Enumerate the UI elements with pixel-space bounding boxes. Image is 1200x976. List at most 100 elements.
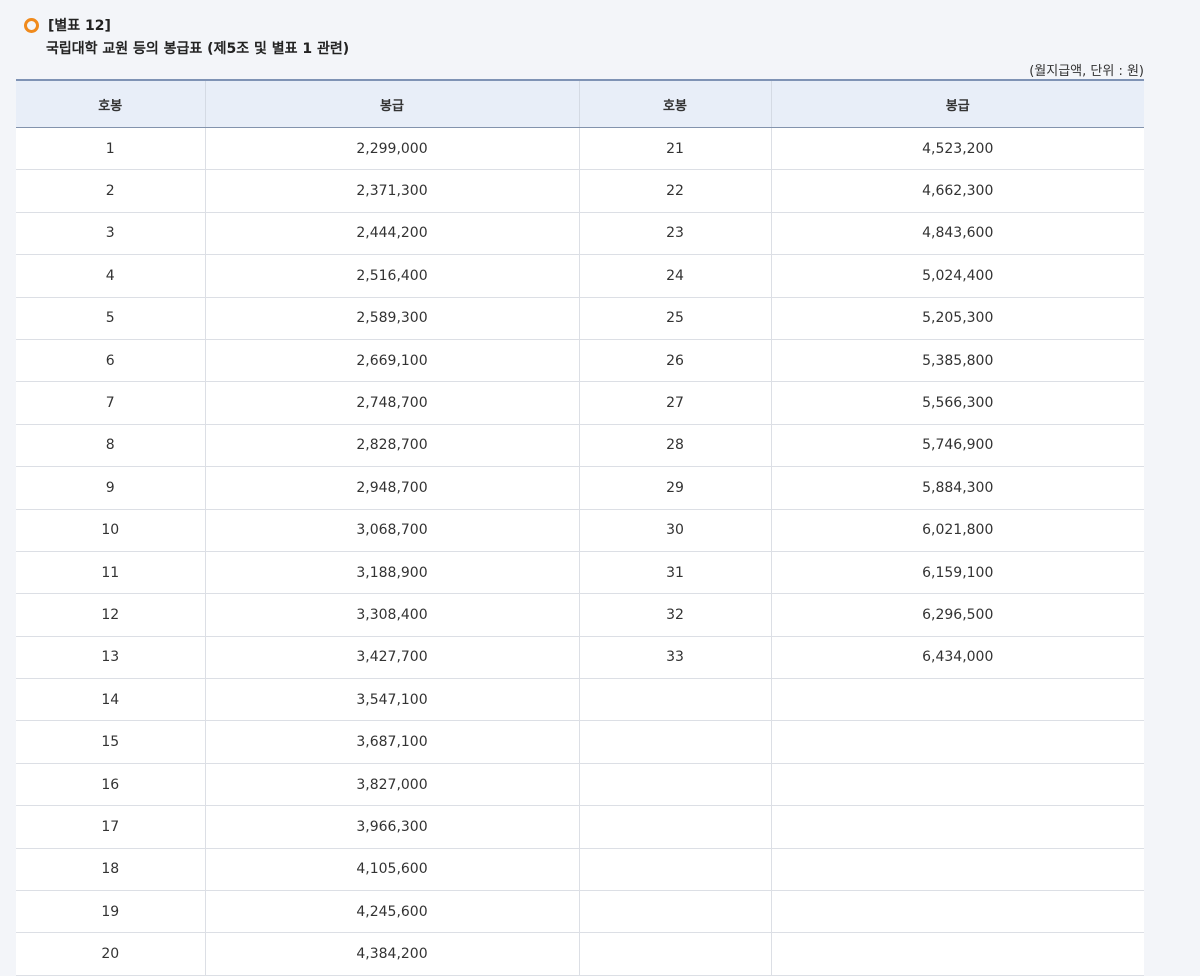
salary-cell: 2,444,200 (204, 212, 579, 256)
table-row: 13 3,427,700 33 6,434,000 (16, 636, 1144, 680)
column-header-salary: 봉급 (770, 80, 1144, 128)
salary-cell: 5,746,900 (770, 424, 1144, 468)
table-row: 17 3,966,300 (16, 805, 1144, 849)
grade-cell: 23 (578, 212, 771, 256)
grade-cell: 6 (16, 339, 205, 383)
grade-cell: 18 (16, 848, 205, 892)
grade-cell: 32 (578, 593, 771, 637)
grade-cell: 20 (16, 932, 205, 976)
salary-cell: 5,884,300 (770, 466, 1144, 510)
grade-cell: 28 (578, 424, 771, 468)
grade-cell: 26 (578, 339, 771, 383)
grade-cell: 13 (16, 636, 205, 680)
grade-cell: 31 (578, 551, 771, 595)
grade-cell: 14 (16, 678, 205, 722)
grade-cell: 25 (578, 297, 771, 340)
grade-cell: 9 (16, 466, 205, 510)
table-row: 7 2,748,700 27 5,566,300 (16, 381, 1144, 425)
circle-bullet-icon (24, 17, 39, 33)
table-row: 10 3,068,700 30 6,021,800 (16, 509, 1144, 552)
salary-cell: 5,566,300 (770, 381, 1144, 425)
salary-cell (770, 848, 1144, 892)
table-row: 6 2,669,100 26 5,385,800 (16, 339, 1144, 383)
salary-cell: 3,308,400 (204, 593, 579, 637)
grade-cell (578, 805, 771, 849)
salary-cell: 2,669,100 (204, 339, 579, 383)
grade-cell: 17 (16, 805, 205, 849)
grade-cell (578, 890, 771, 934)
salary-cell: 6,159,100 (770, 551, 1144, 595)
salary-cell: 2,371,300 (204, 169, 579, 213)
table-row: 18 4,105,600 (16, 848, 1144, 892)
salary-cell: 3,188,900 (204, 551, 579, 595)
salary-cell: 4,105,600 (204, 848, 579, 892)
grade-cell: 29 (578, 466, 771, 510)
table-row: 19 4,245,600 (16, 890, 1144, 934)
column-header-grade: 호봉 (578, 80, 771, 128)
grade-cell: 11 (16, 551, 205, 595)
grade-cell (578, 763, 771, 807)
salary-cell (770, 932, 1144, 976)
table-row: 16 3,827,000 (16, 763, 1144, 807)
grade-cell: 10 (16, 509, 205, 552)
salary-cell: 2,516,400 (204, 254, 579, 298)
salary-cell: 3,547,100 (204, 678, 579, 722)
grade-cell: 5 (16, 297, 205, 340)
salary-cell: 6,021,800 (770, 509, 1144, 552)
salary-table: 호봉 봉급 호봉 봉급 1 2,299,000 21 4,523,200 2 2,371,… (16, 79, 1144, 976)
salary-cell (770, 720, 1144, 764)
annex-label-row: [별표 12] (24, 14, 349, 36)
grade-cell: 30 (578, 509, 771, 552)
salary-cell: 5,024,400 (770, 254, 1144, 298)
grade-cell: 4 (16, 254, 205, 298)
grade-cell: 24 (578, 254, 771, 298)
table-heading: [별표 12] 국립대학 교원 등의 봉급표 (제5조 및 별표 1 관련) (24, 14, 349, 58)
salary-cell: 5,385,800 (770, 339, 1144, 383)
salary-cell: 2,589,300 (204, 297, 579, 340)
salary-cell: 3,068,700 (204, 509, 579, 552)
grade-cell: 22 (578, 169, 771, 213)
annex-label: [별표 12] (48, 18, 111, 34)
salary-cell: 5,205,300 (770, 297, 1144, 340)
salary-cell (770, 678, 1144, 722)
salary-cell: 6,296,500 (770, 593, 1144, 637)
table-row: 20 4,384,200 (16, 932, 1144, 976)
grade-cell: 27 (578, 381, 771, 425)
salary-cell: 6,434,000 (770, 636, 1144, 680)
grade-cell (578, 678, 771, 722)
salary-cell: 3,427,700 (204, 636, 579, 680)
grade-cell: 1 (16, 127, 205, 171)
grade-cell: 3 (16, 212, 205, 256)
table-row: 8 2,828,700 28 5,746,900 (16, 424, 1144, 468)
salary-cell: 4,662,300 (770, 169, 1144, 213)
grade-cell: 2 (16, 169, 205, 213)
salary-cell (770, 763, 1144, 807)
salary-cell: 4,384,200 (204, 932, 579, 976)
grade-cell: 16 (16, 763, 205, 807)
salary-cell: 3,687,100 (204, 720, 579, 764)
salary-cell: 2,828,700 (204, 424, 579, 468)
grade-cell (578, 848, 771, 892)
page: [별표 12] 국립대학 교원 등의 봉급표 (제5조 및 별표 1 관련) (… (0, 0, 1200, 976)
table-row: 4 2,516,400 24 5,024,400 (16, 254, 1144, 298)
salary-cell: 2,299,000 (204, 127, 579, 171)
table-header-row: 호봉 봉급 호봉 봉급 (16, 80, 1144, 128)
salary-cell: 3,966,300 (204, 805, 579, 849)
table-row: 1 2,299,000 21 4,523,200 (16, 127, 1144, 171)
grade-cell: 12 (16, 593, 205, 637)
table-row: 5 2,589,300 25 5,205,300 (16, 297, 1144, 340)
table-row: 3 2,444,200 23 4,843,600 (16, 212, 1144, 256)
salary-cell: 4,523,200 (770, 127, 1144, 171)
salary-cell: 4,843,600 (770, 212, 1144, 256)
table-row: 12 3,308,400 32 6,296,500 (16, 593, 1144, 637)
column-header-salary: 봉급 (204, 80, 579, 128)
table-row: 11 3,188,900 31 6,159,100 (16, 551, 1144, 595)
grade-cell: 7 (16, 381, 205, 425)
grade-cell: 33 (578, 636, 771, 680)
table-row: 14 3,547,100 (16, 678, 1144, 722)
table-body: 1 2,299,000 21 4,523,200 2 2,371,300 22 4,662,3… (16, 127, 1144, 976)
page-title: 국립대학 교원 등의 봉급표 (제5조 및 별표 1 관련) (46, 41, 350, 57)
salary-cell (770, 890, 1144, 934)
grade-cell: 19 (16, 890, 205, 934)
grade-cell: 8 (16, 424, 205, 468)
